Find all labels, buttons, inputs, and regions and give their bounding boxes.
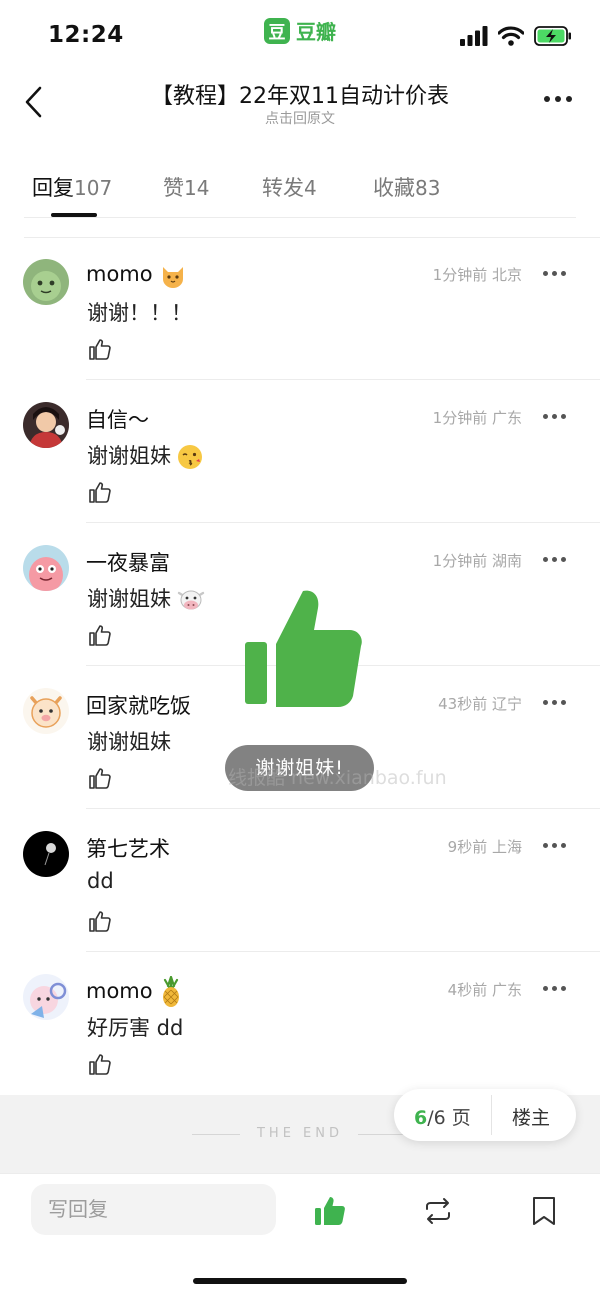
- pager-divider: [491, 1095, 492, 1135]
- cow-face-emoji-icon: [177, 590, 205, 610]
- comment-item: 自信～ 1分钟前 广东 谢谢姐妹: [0, 380, 600, 523]
- avatar[interactable]: [23, 831, 69, 877]
- tab-reshares-count: 4: [304, 176, 317, 200]
- comment-meta: 4秒前 广东: [447, 981, 522, 999]
- back-to-original-link[interactable]: 点击回原文: [80, 108, 520, 128]
- thumbs-up-icon[interactable]: [88, 909, 112, 933]
- tab-replies-label: 回复: [32, 176, 74, 200]
- thumbs-up-icon[interactable]: [88, 480, 112, 504]
- pagination-pill: 6/6 页 楼主: [394, 1089, 576, 1141]
- thumbs-up-icon[interactable]: [88, 623, 112, 647]
- comment-text: dd: [87, 869, 114, 893]
- back-arrow-icon[interactable]: [20, 82, 50, 122]
- comment-text: 谢谢！！！: [87, 301, 192, 325]
- comment-text: 好厉害 dd: [87, 1016, 184, 1040]
- cat-emoji-icon: [162, 267, 183, 288]
- comment-meta: 43秒前 辽宁: [438, 695, 522, 713]
- like-filled-icon[interactable]: [313, 1194, 347, 1228]
- comment-more-icon[interactable]: [543, 986, 566, 991]
- status-bar: 12:24 豆 豆瓣: [0, 0, 600, 70]
- cellular-signal-icon: [460, 26, 488, 46]
- avatar[interactable]: [23, 259, 69, 305]
- comment-more-icon[interactable]: [543, 414, 566, 419]
- tab-replies[interactable]: 回复107: [32, 172, 112, 202]
- comment-text: 谢谢姐妹: [87, 583, 205, 613]
- tab-collections-count: 83: [415, 176, 441, 200]
- bookmark-icon[interactable]: [527, 1194, 561, 1228]
- reshare-icon[interactable]: [421, 1194, 455, 1228]
- comment-item: 第七艺术 9秒前 上海 dd: [0, 809, 600, 952]
- thumbs-up-icon: [245, 590, 362, 707]
- comment-username[interactable]: 第七艺术: [86, 833, 170, 863]
- tabs-divider: [24, 217, 576, 218]
- thumbs-up-icon[interactable]: [88, 337, 112, 361]
- comment-more-icon[interactable]: [543, 843, 566, 848]
- tab-collections[interactable]: 收藏83: [373, 172, 440, 202]
- thumbs-up-icon[interactable]: [88, 766, 112, 790]
- comment-username[interactable]: momo: [86, 976, 183, 1008]
- nav-header: 【教程】22年双11自动计价表 点击回原文: [0, 70, 600, 140]
- watermark: 线报酷 new.xianbao.fun: [228, 767, 447, 789]
- brand: 豆 豆瓣: [264, 16, 336, 45]
- only-op-button[interactable]: 楼主: [512, 1103, 550, 1130]
- comment-username[interactable]: momo: [86, 261, 187, 289]
- avatar[interactable]: [23, 402, 69, 448]
- tab-bar: 回复107 赞14 转发4 收藏83: [0, 160, 600, 220]
- comment-text: 谢谢姐妹: [87, 730, 171, 754]
- tab-reshares[interactable]: 转发4: [262, 172, 317, 202]
- comment-meta: 1分钟前 广东: [432, 409, 522, 427]
- brand-name: 豆瓣: [296, 20, 336, 44]
- tab-likes-count: 14: [184, 176, 210, 200]
- status-time: 12:24: [48, 22, 124, 48]
- comment-meta: 1分钟前 湖南: [432, 552, 522, 570]
- avatar[interactable]: [23, 974, 69, 1020]
- tab-likes-label: 赞: [163, 176, 184, 200]
- comment-more-icon[interactable]: [543, 700, 566, 705]
- tab-likes[interactable]: 赞14: [163, 172, 209, 202]
- comment-more-icon[interactable]: [543, 271, 566, 276]
- comment-text: 谢谢姐妹: [87, 440, 203, 470]
- avatar[interactable]: [23, 545, 69, 591]
- kiss-face-emoji-icon: [178, 445, 202, 469]
- comment-username[interactable]: 回家就吃饭: [86, 690, 191, 720]
- thumbs-up-icon[interactable]: [88, 1052, 112, 1076]
- comment-meta: 9秒前 上海: [447, 838, 522, 856]
- status-icons: [460, 26, 572, 46]
- wifi-icon: [498, 26, 524, 46]
- bottom-bar: 写回复: [0, 1173, 600, 1298]
- comment-item: momo 1分钟前 北京 谢谢！！！: [0, 237, 600, 380]
- tab-collections-label: 收藏: [373, 176, 415, 200]
- reply-input[interactable]: 写回复: [31, 1184, 276, 1235]
- post-title[interactable]: 【教程】22年双11自动计价表: [80, 78, 520, 110]
- page-indicator[interactable]: 6/6 页: [414, 1103, 471, 1130]
- home-indicator: [193, 1278, 407, 1284]
- tab-reshares-label: 转发: [262, 176, 304, 200]
- avatar[interactable]: [23, 688, 69, 734]
- more-options-icon[interactable]: [544, 96, 572, 102]
- douban-logo-icon: 豆: [264, 17, 290, 44]
- comment-username[interactable]: 一夜暴富: [86, 547, 170, 577]
- pineapple-emoji-icon: [162, 976, 179, 1007]
- comment-username[interactable]: 自信～: [86, 404, 149, 434]
- tab-replies-count: 107: [74, 176, 113, 200]
- comment-meta: 1分钟前 北京: [432, 266, 522, 284]
- comment-more-icon[interactable]: [543, 557, 566, 562]
- battery-charging-icon: [534, 26, 571, 46]
- end-line-right: [358, 1134, 406, 1135]
- comment-item: momo 4秒前 广东 好厉害 dd: [0, 952, 600, 1095]
